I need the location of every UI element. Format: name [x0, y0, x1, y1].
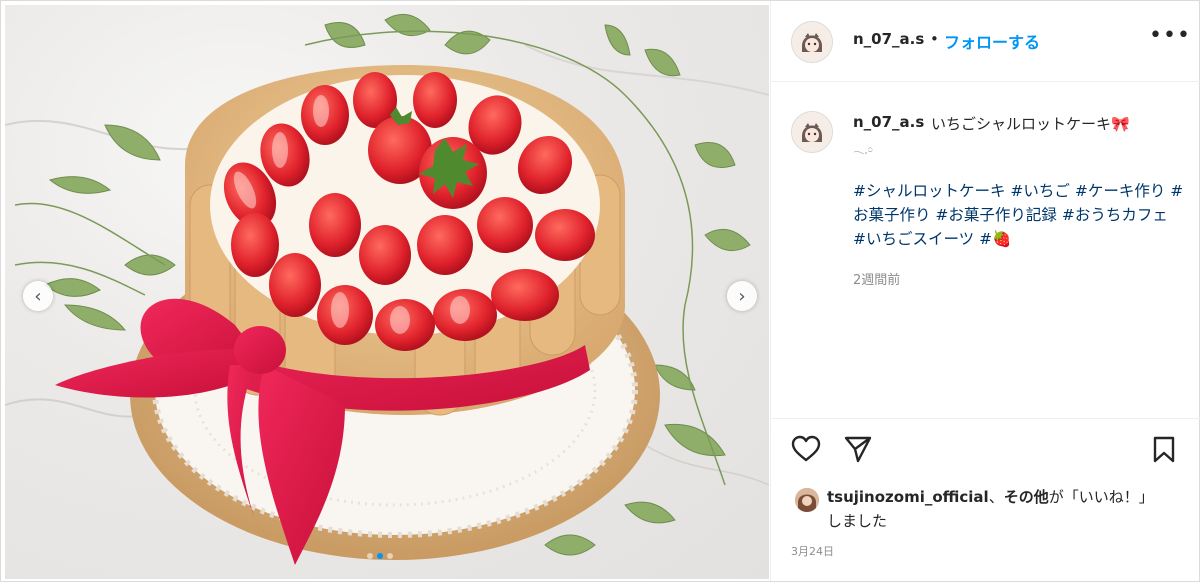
- liker-avatar-illustration: [795, 488, 819, 512]
- caption-text: いちごシャルロットケーキ🎀: [931, 115, 1130, 133]
- save-button[interactable]: [1151, 435, 1177, 467]
- heart-icon: [791, 435, 821, 462]
- ellipsis-icon: •••: [1149, 23, 1191, 48]
- likes-summary: tsujinozomi_official、その他が「いいね！」しました: [827, 485, 1167, 533]
- liker-avatar[interactable]: [795, 488, 819, 512]
- avatar-illustration: [792, 112, 832, 152]
- cake-photo-illustration: [5, 13, 769, 565]
- carousel-dot: [387, 553, 393, 559]
- carousel-dot-active: [377, 553, 383, 559]
- carousel-next-button[interactable]: ›: [727, 281, 757, 311]
- avatar[interactable]: [791, 21, 833, 63]
- carousel-dot: [367, 553, 373, 559]
- share-button[interactable]: [843, 435, 873, 467]
- post-photo[interactable]: ‹ ›: [5, 5, 769, 579]
- caption-hashtags[interactable]: #シャルロットケーキ #いちご #ケーキ作り #お菓子作り #お菓子作り記録 #…: [853, 179, 1185, 251]
- paper-plane-icon: [844, 436, 872, 463]
- caption-avatar[interactable]: [791, 111, 833, 153]
- carousel-prev-button[interactable]: ‹: [23, 281, 53, 311]
- post-date[interactable]: 3月24日: [791, 543, 834, 559]
- chevron-left-icon: ‹: [34, 285, 42, 307]
- follow-button[interactable]: フォローする: [944, 29, 1040, 53]
- bookmark-icon: [1153, 436, 1175, 463]
- like-button[interactable]: [791, 435, 821, 467]
- more-options-button[interactable]: •••: [1149, 23, 1191, 48]
- instagram-post-frame: ‹ › n_07_a.s • フォローする ••• n_07_a.s いちごシャ…: [0, 0, 1200, 582]
- post-header: n_07_a.s • フォローする •••: [771, 1, 1200, 82]
- caption-decoration: 𓂃𓈒𓏸: [853, 145, 873, 156]
- likes-others-link[interactable]: その他: [1004, 488, 1049, 506]
- chevron-right-icon: ›: [738, 285, 746, 307]
- action-bar: [771, 418, 1200, 483]
- separator-dot: •: [930, 30, 939, 48]
- post-side-panel: n_07_a.s • フォローする ••• n_07_a.s いちごシャルロット…: [770, 1, 1200, 581]
- liker-username[interactable]: tsujinozomi_official: [827, 488, 989, 506]
- caption-username[interactable]: n_07_a.s: [853, 113, 924, 131]
- likes-comma: 、: [988, 488, 1004, 506]
- carousel-indicator: [367, 553, 393, 559]
- avatar-illustration: [792, 22, 832, 62]
- caption-time-ago: 2週間前: [853, 273, 901, 288]
- header-username[interactable]: n_07_a.s: [853, 30, 924, 48]
